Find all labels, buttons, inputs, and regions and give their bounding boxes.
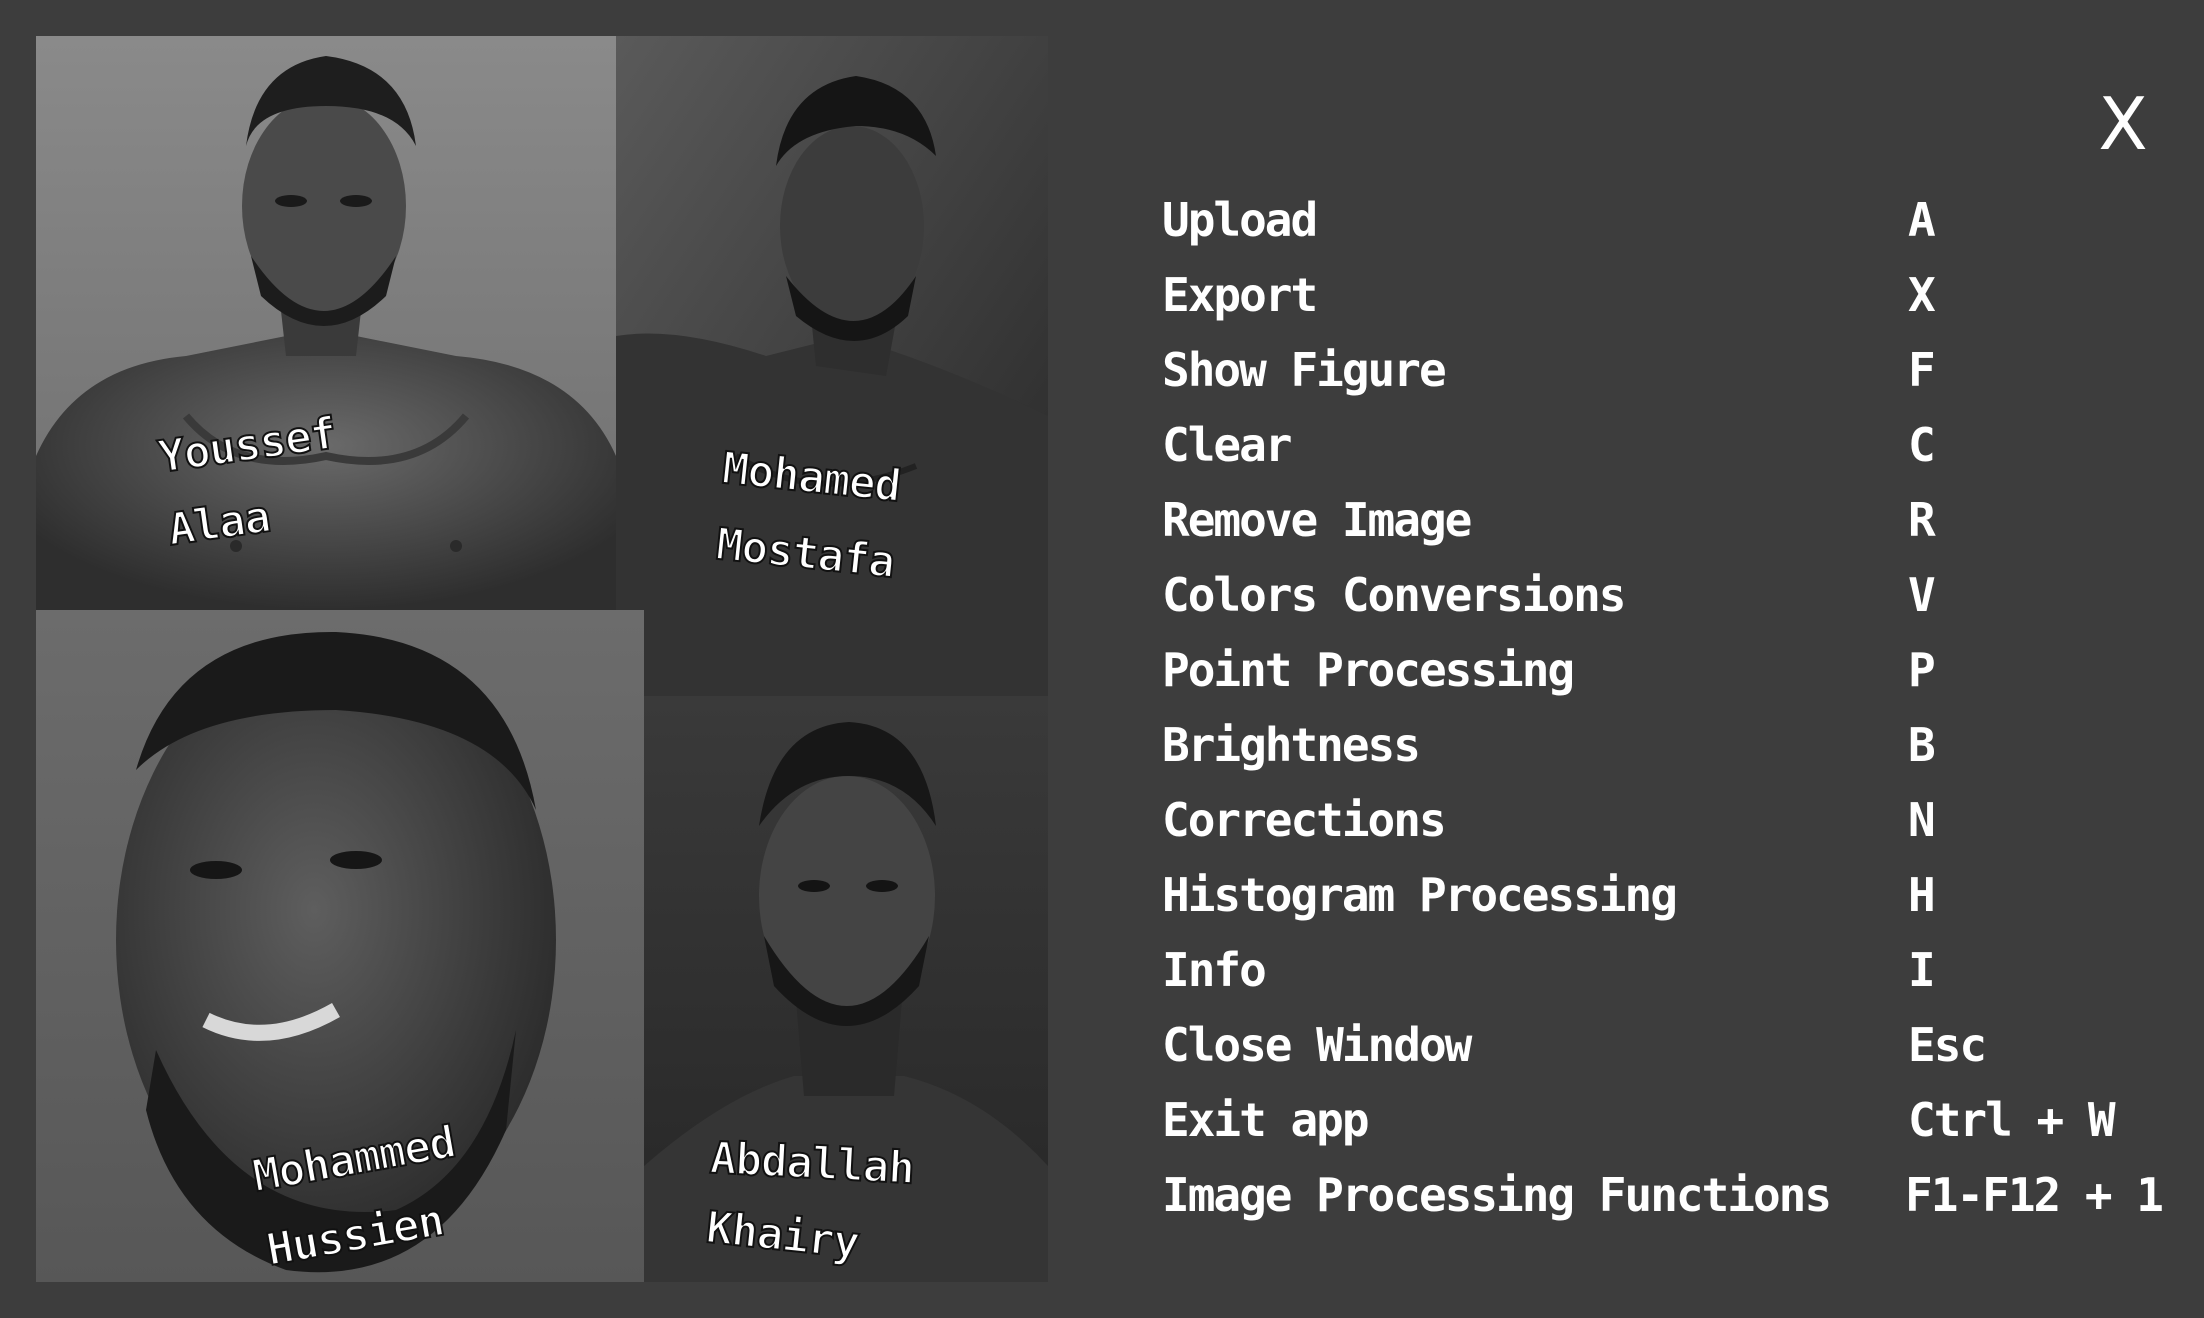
shortcut-action: Point Processing <box>1162 642 1575 697</box>
shortcut-key: P <box>1908 642 1936 697</box>
shortcut-action: Colors Conversions <box>1162 567 1627 622</box>
shortcut-key: I <box>1908 942 1936 997</box>
shortcut-key: N <box>1908 792 1936 847</box>
shortcut-key: Ctrl + W <box>1908 1092 2116 1147</box>
shortcut-action: Upload <box>1162 192 1318 247</box>
shortcut-key: X <box>1908 267 1936 322</box>
team-photo-abdallah: Abdallah Khairy <box>644 696 1048 1282</box>
shortcut-key: C <box>1908 417 1936 472</box>
shortcut-key: Esc <box>1908 1017 1987 1072</box>
shortcut-action: Show Figure <box>1162 342 1447 397</box>
shortcut-action: Exit app <box>1162 1092 1370 1147</box>
shortcut-row: Show Figure F <box>1162 332 2162 407</box>
shortcut-key: H <box>1908 867 1936 922</box>
shortcut-key: V <box>1908 567 1936 622</box>
team-photo-collage: Youssef Alaa Mohamed Mostafa Mohammed Hu… <box>36 36 1048 1282</box>
shortcut-row: Histogram Processing H <box>1162 857 2162 932</box>
shortcut-row: Remove Image R <box>1162 482 2162 557</box>
shortcut-row: Point Processing P <box>1162 632 2162 707</box>
shortcut-action: Image Processing Functions <box>1162 1167 1832 1222</box>
shortcut-row: Image Processing Functions F1-F12 + 1 <box>1162 1157 2164 1232</box>
shortcut-action: Corrections <box>1162 792 1447 847</box>
team-photo-mohamed: Mohamed Mostafa <box>616 36 1048 696</box>
shortcut-row: Exit app Ctrl + W <box>1162 1082 2162 1157</box>
team-photo-mohammed: Mohammed Hussien <box>36 610 644 1282</box>
shortcut-row: Upload A <box>1162 182 2162 257</box>
close-button[interactable]: X <box>2090 84 2156 164</box>
shortcut-row: Info I <box>1162 932 2162 1007</box>
shortcut-action: Info <box>1162 942 1267 997</box>
shortcut-action: Clear <box>1162 417 1292 472</box>
shortcut-row: Export X <box>1162 257 2162 332</box>
shortcut-key: R <box>1908 492 1936 547</box>
shortcut-list: Upload A Export X Show Figure F Clear C … <box>1162 182 2164 1232</box>
shortcut-action: Close Window <box>1162 1017 1472 1072</box>
shortcut-action: Export <box>1162 267 1318 322</box>
shortcut-row: Colors Conversions V <box>1162 557 2162 632</box>
shortcut-row: Clear C <box>1162 407 2162 482</box>
shortcut-key: B <box>1908 717 1936 772</box>
about-window: Youssef Alaa Mohamed Mostafa Mohammed Hu… <box>0 0 2204 1318</box>
shortcut-action: Brightness <box>1162 717 1421 772</box>
shortcut-row: Close Window Esc <box>1162 1007 2162 1082</box>
shortcut-action: Remove Image <box>1162 492 1472 547</box>
shortcut-action: Histogram Processing <box>1162 867 1678 922</box>
shortcut-key: F <box>1908 342 1936 397</box>
shortcut-row: Brightness B <box>1162 707 2162 782</box>
shortcut-row: Corrections N <box>1162 782 2162 857</box>
team-photo-youssef: Youssef Alaa <box>36 36 616 610</box>
shortcut-key: F1-F12 + 1 <box>1905 1167 2164 1222</box>
credit-first-name: Abdallah <box>708 1132 916 1196</box>
shortcut-key: A <box>1908 192 1936 247</box>
